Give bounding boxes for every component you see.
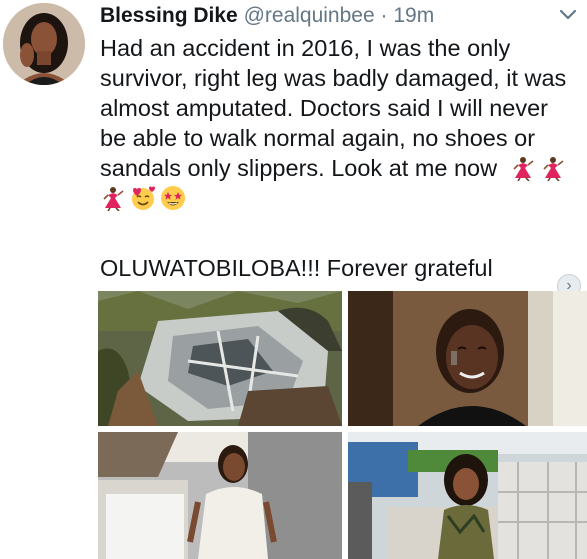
injured-face-photo[interactable] xyxy=(348,291,587,426)
timestamp[interactable]: 19m xyxy=(393,4,434,27)
closing-line: OLUWATOBILOBA!!! Forever grateful xyxy=(100,255,493,281)
star-struck-emoji xyxy=(160,185,186,211)
author-handle[interactable]: @realquinbee xyxy=(244,4,375,27)
dancer-emoji xyxy=(540,155,566,181)
separator-dot: · xyxy=(380,4,388,27)
woman-outdoor-photo[interactable] xyxy=(348,432,587,559)
text-line: almost amputated. Doctors said I will ne… xyxy=(100,95,548,121)
dancer-emoji xyxy=(100,185,126,211)
emoji-line xyxy=(100,183,584,213)
wrecked-vehicle-photo[interactable] xyxy=(98,291,342,426)
tweet-text: Had an accident in 2016, I was the only … xyxy=(100,33,584,213)
text-line: survivor, right leg was badly damaged, i… xyxy=(100,65,567,91)
woman-white-dress-photo[interactable] xyxy=(98,432,342,559)
tweet[interactable]: Blessing Dike @realquinbee · 19m Had an … xyxy=(0,0,587,559)
chevron-down-icon[interactable] xyxy=(558,8,578,22)
author-name[interactable]: Blessing Dike xyxy=(100,4,238,27)
media-grid xyxy=(98,291,587,559)
tweet-header: Blessing Dike @realquinbee · 19m xyxy=(100,2,434,30)
text-line: be able to walk normal again, no shoes o… xyxy=(100,125,536,151)
text-line: Had an accident in 2016, I was the only xyxy=(100,35,511,61)
smiling-face-with-hearts-emoji xyxy=(130,185,156,211)
dancer-emoji xyxy=(510,155,536,181)
avatar[interactable] xyxy=(3,3,85,85)
text-line-with-emoji: sandals only slippers. Look at me now xyxy=(100,153,584,183)
text-line: sandals only slippers. Look at me now xyxy=(100,155,498,181)
